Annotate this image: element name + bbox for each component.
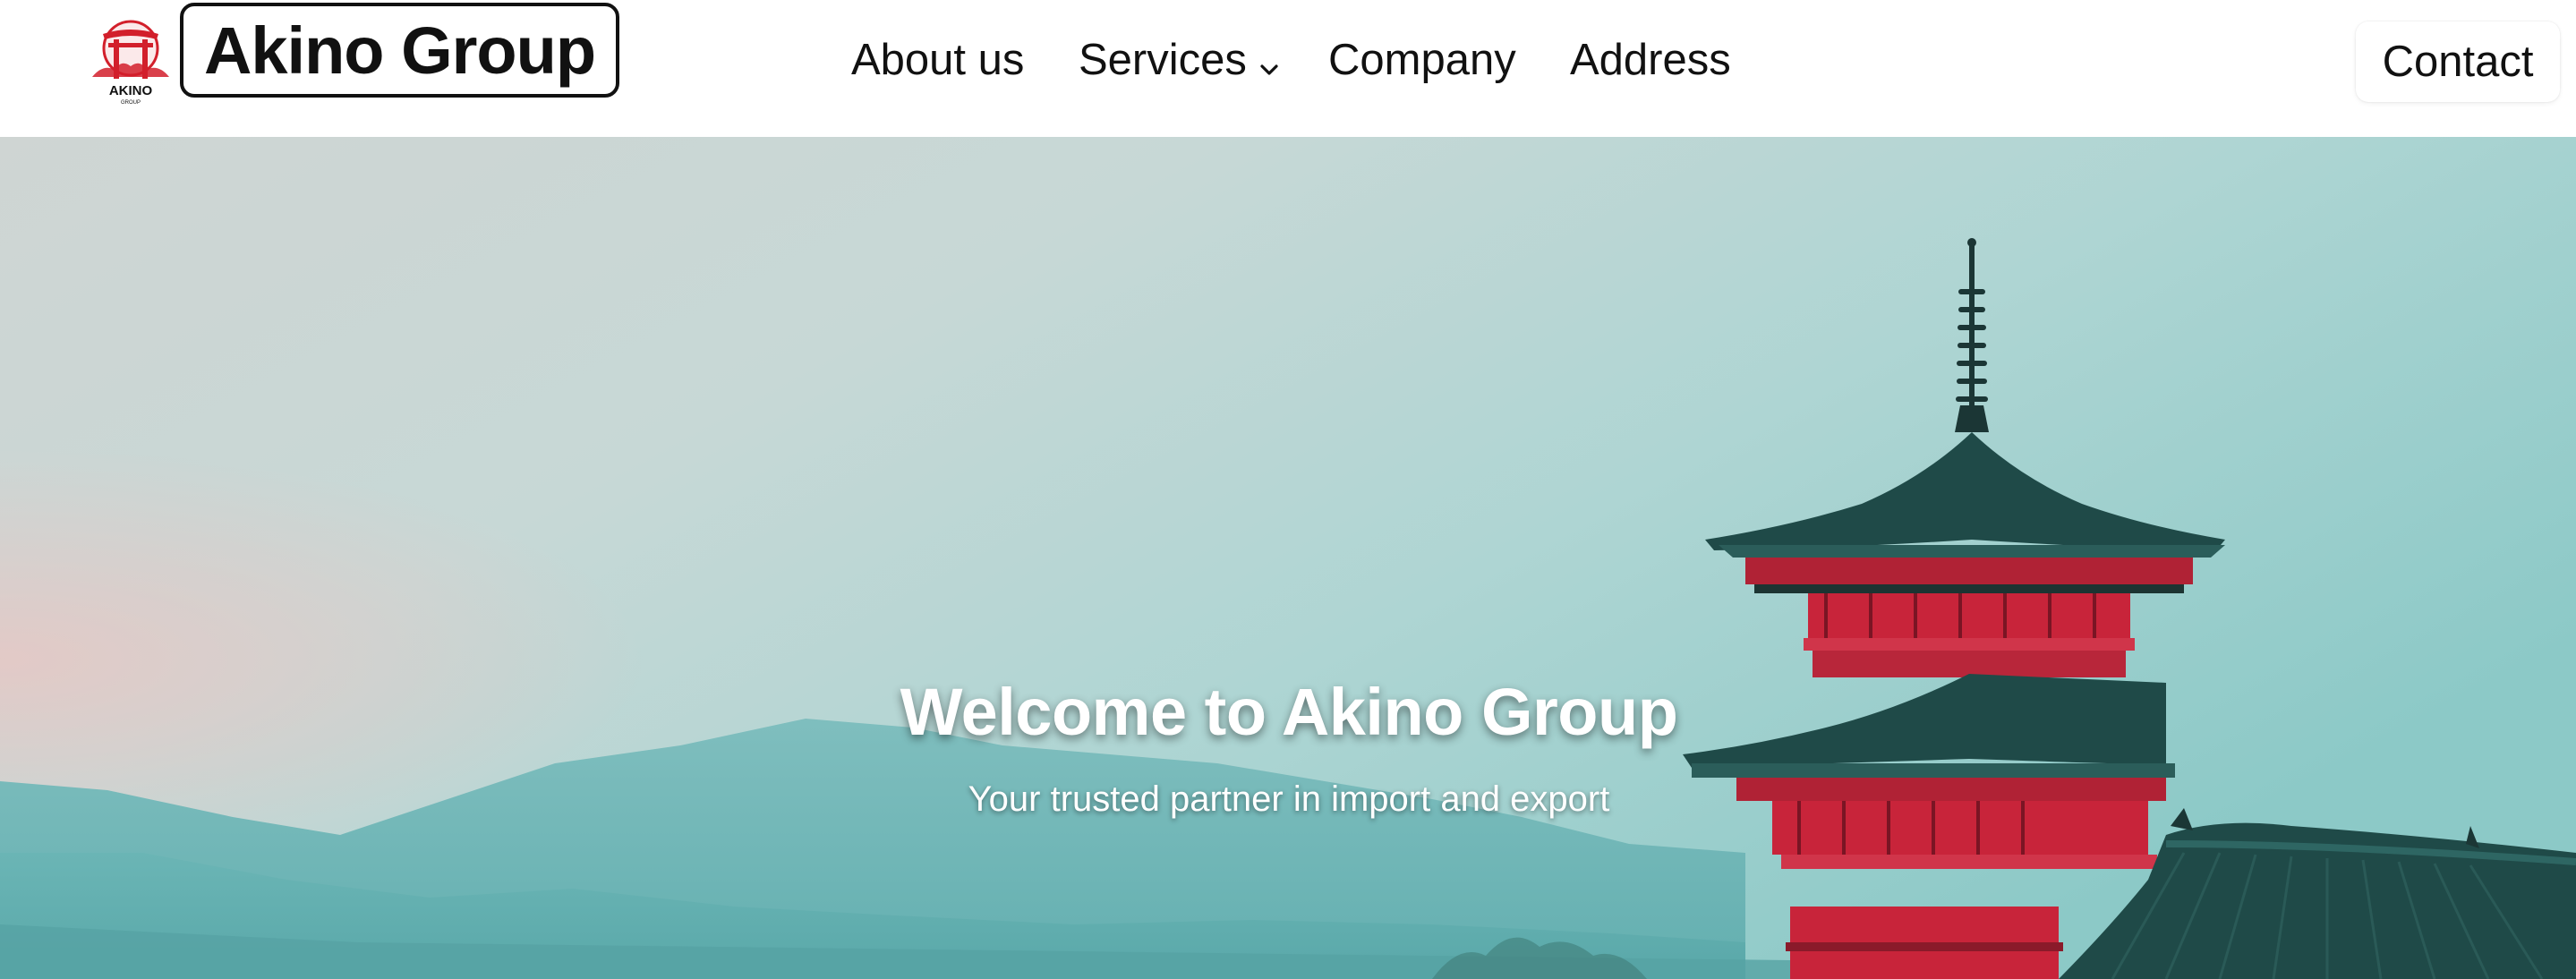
chevron-down-icon [1259,37,1279,87]
nav-about-us-label: About us [851,36,1025,84]
torii-logo-icon[interactable]: AKINO GROUP [85,14,176,106]
contact-button[interactable]: Contact [2356,21,2560,102]
site-header: AKINO GROUP Akino Group About us Service… [0,0,2576,137]
nav-company-label: Company [1328,36,1516,84]
nav-address-label: Address [1570,36,1731,84]
emblem-text: AKINO [109,83,153,98]
emblem-subtext: GROUP [121,100,141,106]
brand-logo-box[interactable]: Akino Group [180,3,619,98]
hero-section: Welcome to Akino Group Your trusted part… [0,137,2576,979]
brand-name: Akino Group [203,13,596,88]
nav-services-label: Services [1079,36,1247,84]
hero-background-image [0,137,2576,979]
nav-address[interactable]: Address [1570,30,1731,89]
nav-services[interactable]: Services [1079,30,1279,89]
contact-button-label: Contact [2382,38,2534,86]
nav-about-us[interactable]: About us [851,30,1024,89]
nav-company[interactable]: Company [1328,30,1516,89]
